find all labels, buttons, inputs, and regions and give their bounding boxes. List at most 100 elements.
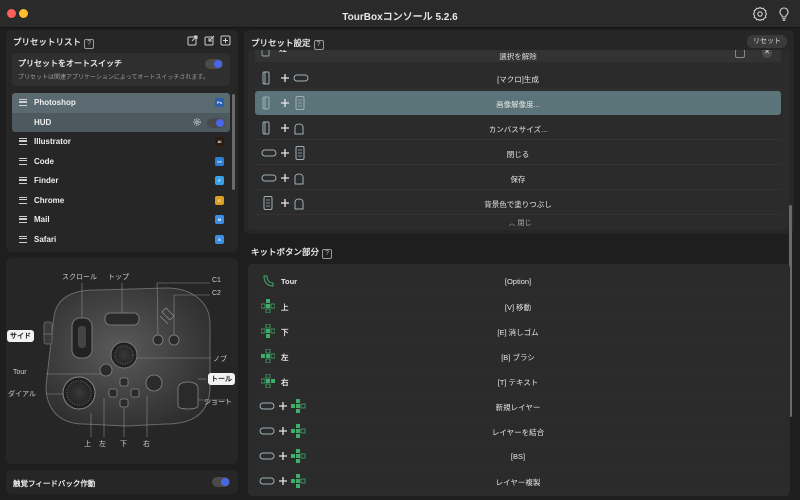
- app-icon: <>: [215, 156, 224, 166]
- preset-settings-title-text: プリセット設定: [251, 38, 311, 48]
- label-down: 下: [120, 441, 127, 448]
- kit-button-row[interactable]: 下 [E] 消しゴム: [255, 319, 781, 344]
- preset-list-title: プリセットリスト?: [13, 36, 95, 49]
- import-icon[interactable]: [204, 35, 215, 46]
- settings-gear-icon[interactable]: [752, 6, 768, 22]
- help-icon[interactable]: ?: [313, 40, 324, 50]
- preset-item[interactable]: Safari S: [12, 230, 230, 250]
- kit-button-row[interactable]: 上 [V] 移動: [255, 294, 781, 319]
- label-top: トップ: [108, 274, 129, 281]
- label-dial: ダイアル: [8, 391, 36, 398]
- preset-item-label: HUD: [34, 117, 52, 127]
- app-icon: S: [215, 234, 224, 244]
- kit-button-row[interactable]: レイヤーを結合: [255, 419, 781, 444]
- kit-button-row[interactable]: Tour [Option]: [255, 269, 781, 294]
- preset-item[interactable]: Finder F: [12, 171, 230, 191]
- action-label: レイヤーを結合: [491, 428, 545, 437]
- drag-handle-icon[interactable]: [19, 196, 27, 204]
- preset-item-label: Photoshop: [34, 98, 76, 107]
- drag-handle-icon[interactable]: [19, 216, 27, 223]
- preset-settings-title: プリセット設定?: [251, 37, 324, 50]
- action-label: カンバスサイズ...: [488, 125, 548, 134]
- label-left: 左: [99, 441, 106, 448]
- preset-setting-row[interactable]: 閉じる: [255, 141, 781, 165]
- auto-switch-toggle[interactable]: [205, 59, 223, 69]
- label-short: ショート: [204, 399, 232, 406]
- action-label: 背景色で塗りつぶし: [484, 200, 552, 209]
- window-title: TourBoxコンソール 5.2.6: [342, 12, 458, 23]
- auto-switch-description: プリセットは関連アプリケーションによってオートスイッチされます。: [18, 75, 209, 81]
- drag-handle-icon[interactable]: [19, 138, 27, 145]
- kit-button-row[interactable]: 右 [T] テキスト: [255, 369, 781, 394]
- add-preset-icon[interactable]: [220, 35, 231, 46]
- help-icon[interactable]: ?: [322, 249, 333, 259]
- preset-setting-row[interactable]: カンバスサイズ...: [255, 116, 781, 140]
- label-tour: Tour: [13, 369, 27, 376]
- label-up: 上: [84, 441, 91, 448]
- action-label: [マクロ]生成: [497, 75, 539, 84]
- title-bar: TourBoxコンソール 5.2.6: [0, 0, 800, 28]
- action-label: [T] テキスト: [497, 378, 539, 387]
- reset-button[interactable]: リセット: [747, 35, 787, 48]
- preset-item-label: Safari: [34, 234, 57, 244]
- label-scroll: スクロール: [62, 274, 97, 281]
- haptic-feedback-panel: 触覚フィードバック作動: [6, 470, 238, 494]
- kit-button-row[interactable]: [BS]: [255, 444, 781, 469]
- action-label: [Option]: [504, 277, 532, 286]
- partial-row[interactable]: x2 選択を解除 ✕: [255, 50, 781, 62]
- kit-button-row[interactable]: 左 [B] ブラシ: [255, 344, 781, 369]
- preset-list-title-text: プリセットリスト: [13, 37, 82, 47]
- preset-setting-row[interactable]: 保存: [255, 166, 781, 190]
- action-label: [E] 消しゴム: [497, 328, 539, 337]
- preset-item[interactable]: Photoshop Ps: [12, 93, 230, 113]
- preset-item-label: Code: [34, 156, 54, 166]
- app-icon: Ps: [215, 98, 224, 107]
- app-icon: F: [215, 176, 224, 185]
- tourbox-device-diagram: [43, 282, 228, 437]
- chip-tall[interactable]: トール: [208, 373, 235, 385]
- label-knob: ノブ: [213, 356, 227, 363]
- lightbulb-icon[interactable]: [776, 6, 792, 22]
- preset-item[interactable]: HUD: [12, 112, 230, 132]
- app-icon: Ai: [215, 137, 224, 146]
- app-icon: M: [215, 215, 224, 224]
- preset-setting-row[interactable]: 背景色で塗りつぶし: [255, 191, 781, 215]
- preset-setting-row[interactable]: 画像解像度...: [255, 91, 781, 115]
- haptic-feedback-toggle[interactable]: [212, 477, 230, 487]
- drag-handle-icon[interactable]: [19, 177, 27, 184]
- collapse-button[interactable]: ︿ 閉じ: [490, 218, 550, 230]
- hud-toggle[interactable]: [207, 117, 225, 128]
- auto-switch-title: プリセットをオートスイッチ: [18, 59, 122, 68]
- kit-buttons-title-text: キットボタン部分: [251, 247, 320, 257]
- action-label: レイヤー複製: [495, 478, 541, 487]
- drag-handle-icon[interactable]: [19, 235, 27, 243]
- preset-item[interactable]: Mail M: [12, 210, 230, 230]
- partial-edit-icon[interactable]: [735, 50, 745, 58]
- export-icon[interactable]: [187, 35, 198, 46]
- chip-side[interactable]: サイド: [7, 330, 34, 342]
- kit-button-row[interactable]: 新規レイヤー: [255, 394, 781, 419]
- preset-item-label: Finder: [34, 176, 59, 185]
- gear-icon[interactable]: [192, 117, 202, 127]
- partial-action: 選択を解除: [499, 52, 537, 61]
- device-diagram-panel: スクロール トップ C1 C2 サイド ノブ Tour トール ダイアル ショー…: [6, 258, 238, 464]
- preset-item-label: Chrome: [34, 195, 65, 205]
- action-label: [B] ブラシ: [501, 353, 535, 362]
- preset-setting-row[interactable]: [マクロ]生成: [255, 66, 781, 90]
- preset-item[interactable]: Illustrator Ai: [12, 132, 230, 152]
- drag-handle-icon[interactable]: [19, 157, 27, 165]
- preset-item-label: Illustrator: [34, 137, 71, 146]
- preset-item[interactable]: Chrome C: [12, 191, 230, 211]
- action-label: 新規レイヤー: [495, 403, 541, 412]
- label-right: 右: [143, 441, 150, 448]
- label-c2: C2: [212, 290, 221, 297]
- preset-item[interactable]: Code <>: [12, 152, 230, 172]
- preset-list-scrollbar[interactable]: [232, 94, 235, 190]
- label-c1: C1: [212, 277, 221, 284]
- kit-button-row[interactable]: レイヤー複製: [255, 469, 781, 494]
- help-icon[interactable]: ?: [84, 39, 95, 49]
- preset-item-label: Mail: [34, 215, 50, 224]
- haptic-feedback-label: 触覚フィードバック作動: [13, 479, 96, 488]
- kit-buttons-title: キットボタン部分?: [251, 246, 333, 259]
- drag-handle-icon[interactable]: [19, 99, 27, 106]
